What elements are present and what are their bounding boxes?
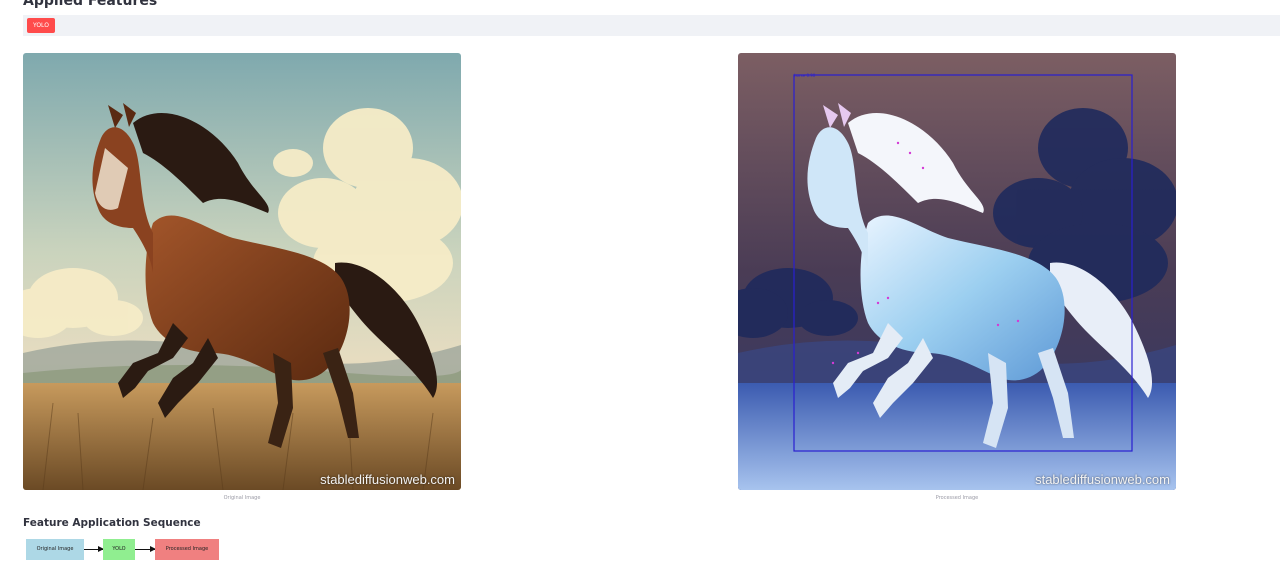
original-watermark: stablediffusionweb.com (320, 472, 455, 487)
original-image-caption: Original Image (223, 495, 261, 501)
processed-image-caption: Processed Image (935, 495, 979, 501)
flow-node-original: Original Image (26, 539, 84, 560)
applied-features-title: Applied Features (23, 0, 158, 9)
sequence-flow-diagram: Original Image YOLO Processed Image (26, 539, 226, 560)
flow-arrow-1 (84, 546, 104, 552)
original-image: stablediffusionweb.com (23, 53, 461, 490)
processed-image-art (738, 53, 1176, 490)
flow-arrow-2 (135, 546, 156, 552)
applied-features-bar: YOLO (23, 15, 1280, 36)
feature-tag-yolo[interactable]: YOLO (27, 18, 55, 33)
processed-watermark: stablediffusionweb.com (1035, 472, 1170, 487)
yolo-detection-label: horse 0.90 (794, 73, 816, 78)
original-image-art (23, 53, 461, 490)
processed-image: horse 0.90 stablediffusionweb.com (738, 53, 1176, 490)
flow-node-processed: Processed Image (155, 539, 219, 560)
flow-node-yolo: YOLO (103, 539, 135, 560)
sequence-title: Feature Application Sequence (23, 517, 201, 529)
